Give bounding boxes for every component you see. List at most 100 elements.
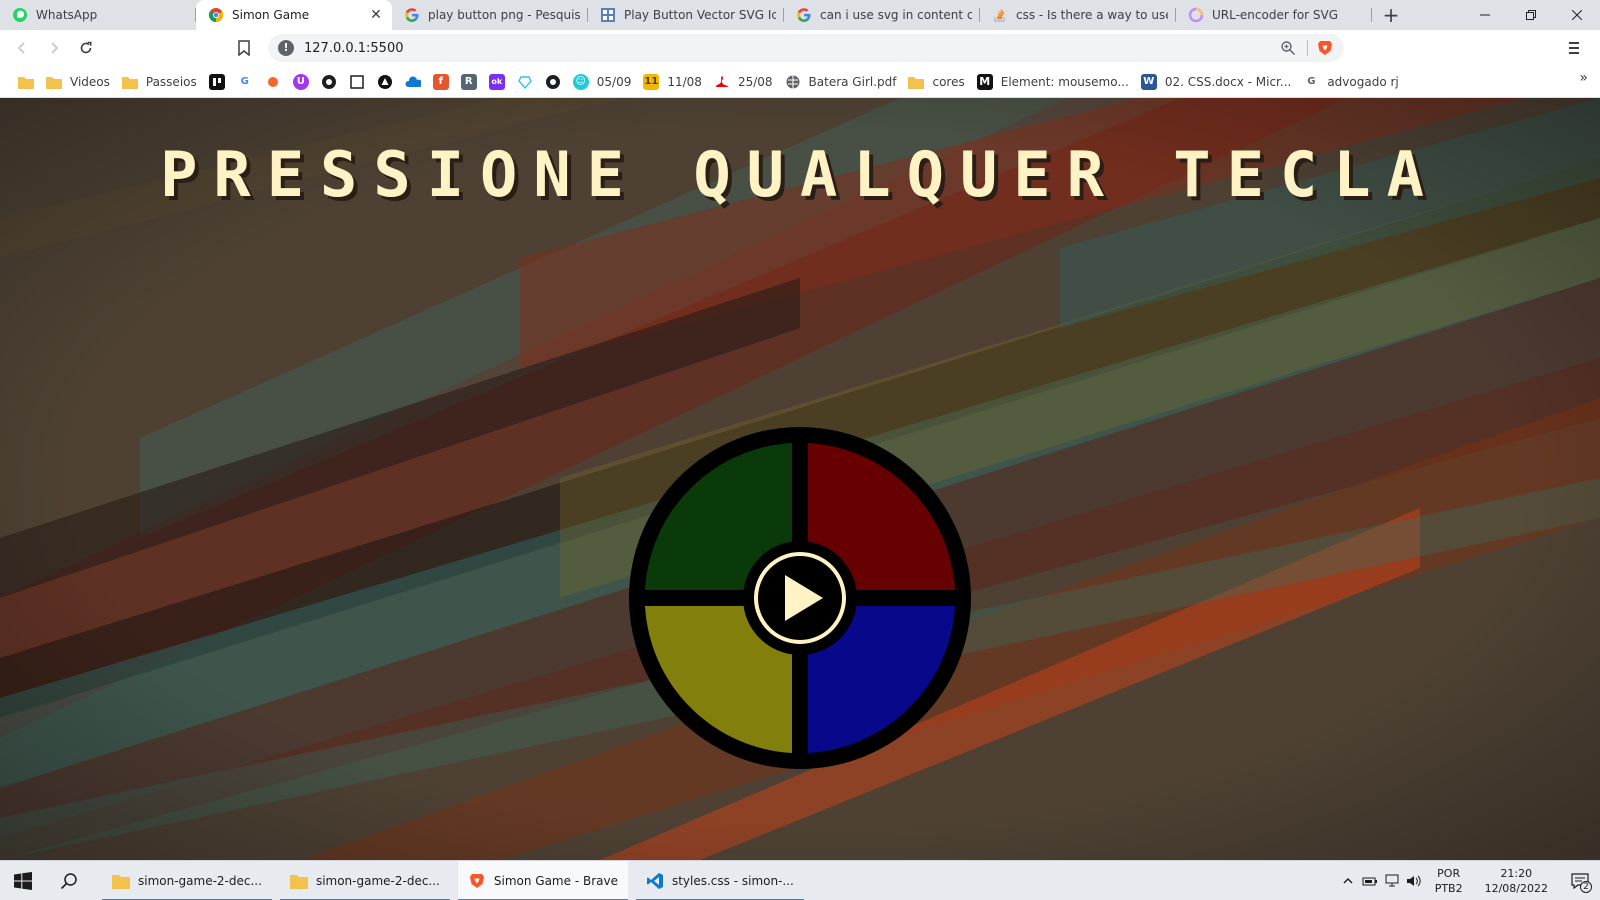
github-icon <box>545 74 561 90</box>
clock[interactable]: 21:20 12/08/2022 <box>1485 866 1548 896</box>
page-title: PRESSIONE QUALQUER TECLA <box>160 138 1440 211</box>
bookmark-google[interactable]: G <box>231 70 259 94</box>
bookmark-0509[interactable]: ☺ 05/09 <box>567 70 638 94</box>
bookmark-videos[interactable]: Videos <box>40 70 116 94</box>
close-tab-icon[interactable]: ✕ <box>368 7 384 23</box>
word-icon: W <box>1140 73 1157 90</box>
tab-title: Simon Game <box>232 8 310 22</box>
network-icon[interactable] <box>1381 861 1403 900</box>
bookmark-github[interactable] <box>315 70 343 94</box>
tab-whatsapp[interactable]: WhatsApp <box>0 0 196 30</box>
svgrepo-icon <box>600 7 616 23</box>
url-text[interactable]: 127.0.0.1:5500 <box>304 41 1279 56</box>
search-icon[interactable] <box>46 861 92 900</box>
site-info-icon[interactable]: ! <box>278 40 294 56</box>
heart-icon <box>517 74 533 90</box>
bookmark-udemy[interactable]: U <box>287 70 315 94</box>
bookmark-heart[interactable] <box>511 70 539 94</box>
tab-svgrepo[interactable]: Play Button Vector SVG Icon ( <box>588 0 784 30</box>
minimize-button[interactable] <box>1462 0 1508 30</box>
trello-icon <box>208 73 225 90</box>
brave-icon <box>468 872 486 890</box>
bookmark-word[interactable]: W 02. CSS.docx - Micr... <box>1135 70 1298 94</box>
address-bar[interactable]: ! 127.0.0.1:5500 <box>268 34 1344 62</box>
reload-button[interactable] <box>70 32 102 64</box>
google-icon: G <box>240 76 249 87</box>
tab-url-encoder[interactable]: URL-encoder for SVG <box>1176 0 1372 30</box>
bookmarks-bar: Videos Passeios G U f R ok ☺ 05/09 11 11… <box>0 66 1600 98</box>
notifications-button[interactable]: 2 <box>1560 861 1600 900</box>
new-tab-button[interactable]: + <box>1376 0 1406 30</box>
tab-title: WhatsApp <box>36 8 98 22</box>
triangle-icon <box>377 74 393 90</box>
brave-shields-icon[interactable] <box>1316 39 1334 57</box>
smile-icon: ☺ <box>572 73 589 90</box>
bookmark-cores[interactable]: cores <box>902 70 970 94</box>
bookmark-trello[interactable] <box>203 70 231 94</box>
tab-title: Play Button Vector SVG Icon ( <box>624 8 776 22</box>
bookmark-f[interactable]: f <box>427 70 455 94</box>
browser-menu-button[interactable] <box>1562 36 1586 60</box>
tab-simon-game[interactable]: Simon Game ✕ <box>196 0 392 30</box>
folder-icon <box>112 872 130 890</box>
bookmark-page-button[interactable] <box>228 32 260 64</box>
onedrive-icon <box>405 74 421 90</box>
more-bookmarks-button[interactable]: » <box>1579 70 1588 86</box>
bookmark-sun[interactable] <box>259 70 287 94</box>
taskbar-explorer-2[interactable]: simon-game-2-dec... <box>279 861 450 900</box>
taskbar-explorer-1[interactable]: simon-game-2-dec... <box>102 861 272 900</box>
bookmark-r[interactable]: R <box>455 70 483 94</box>
tab-google-search[interactable]: play button png - Pesquisa Go <box>392 0 588 30</box>
close-window-button[interactable] <box>1554 0 1600 30</box>
santander-icon <box>714 74 730 90</box>
bookmark-2508[interactable]: 25/08 <box>708 70 779 94</box>
bookmark-mdn[interactable]: M Element: mousemo... <box>971 70 1135 94</box>
chevron-up-icon[interactable] <box>1337 861 1359 900</box>
google-icon <box>796 7 812 23</box>
vscode-icon <box>646 872 664 890</box>
start-button[interactable] <box>0 861 46 900</box>
udemy-icon: U <box>292 73 309 90</box>
bookmark-advogado[interactable]: G advogado rj <box>1297 70 1404 94</box>
language-indicator[interactable]: POR PTB2 <box>1435 866 1463 896</box>
taskbar-vscode[interactable]: styles.css - simon-... <box>635 861 804 900</box>
bookmark-passeios[interactable]: Passeios <box>116 70 203 94</box>
tab-title: URL-encoder for SVG <box>1212 8 1339 22</box>
taskbar-brave[interactable]: Simon Game - Brave <box>457 860 628 900</box>
ok-icon: ok <box>488 73 505 90</box>
play-button[interactable] <box>743 541 857 655</box>
bookmark-ok[interactable]: ok <box>483 70 511 94</box>
tab-strip: WhatsApp Simon Game ✕ play button png - … <box>0 0 1600 30</box>
circle-icon <box>1188 7 1204 23</box>
folder-icon <box>46 74 62 90</box>
restore-button[interactable] <box>1508 0 1554 30</box>
bookmark-1108[interactable]: 11 11/08 <box>637 70 708 94</box>
bookmark-square[interactable] <box>343 70 371 94</box>
bookmark-triangle[interactable] <box>371 70 399 94</box>
bookmark-onedrive[interactable] <box>399 70 427 94</box>
r-icon: R <box>460 73 477 90</box>
google-icon: G <box>1307 76 1316 87</box>
system-tray: POR PTB2 21:20 12/08/2022 2 <box>1337 861 1600 900</box>
bookmark-github-2[interactable] <box>539 70 567 94</box>
mdn-icon: M <box>976 73 993 90</box>
folder-icon <box>289 872 308 890</box>
calendar-icon: 11 <box>643 73 660 90</box>
volume-icon[interactable] <box>1403 861 1425 900</box>
chrome-icon <box>208 7 224 23</box>
bookmark-batera-girl[interactable]: Batera Girl.pdf <box>779 70 903 94</box>
page-viewport: PRESSIONE QUALQUER TECLA <box>0 98 1600 860</box>
back-button[interactable] <box>6 32 38 64</box>
folder-icon <box>121 74 138 90</box>
simon-board <box>629 427 971 769</box>
window-controls <box>1462 0 1600 30</box>
tab-stackoverflow[interactable]: css - Is there a way to use SVG <box>980 0 1176 30</box>
notification-count: 2 <box>1580 881 1592 893</box>
bookmark-folder[interactable] <box>12 70 40 94</box>
forward-button[interactable] <box>38 32 70 64</box>
browser-toolbar: ! 127.0.0.1:5500 <box>0 30 1600 66</box>
battery-icon[interactable] <box>1359 861 1381 900</box>
tab-title: play button png - Pesquisa Go <box>428 8 580 22</box>
tab-google-search-2[interactable]: can i use svg in content css - P <box>784 0 980 30</box>
zoom-icon[interactable] <box>1279 39 1297 57</box>
